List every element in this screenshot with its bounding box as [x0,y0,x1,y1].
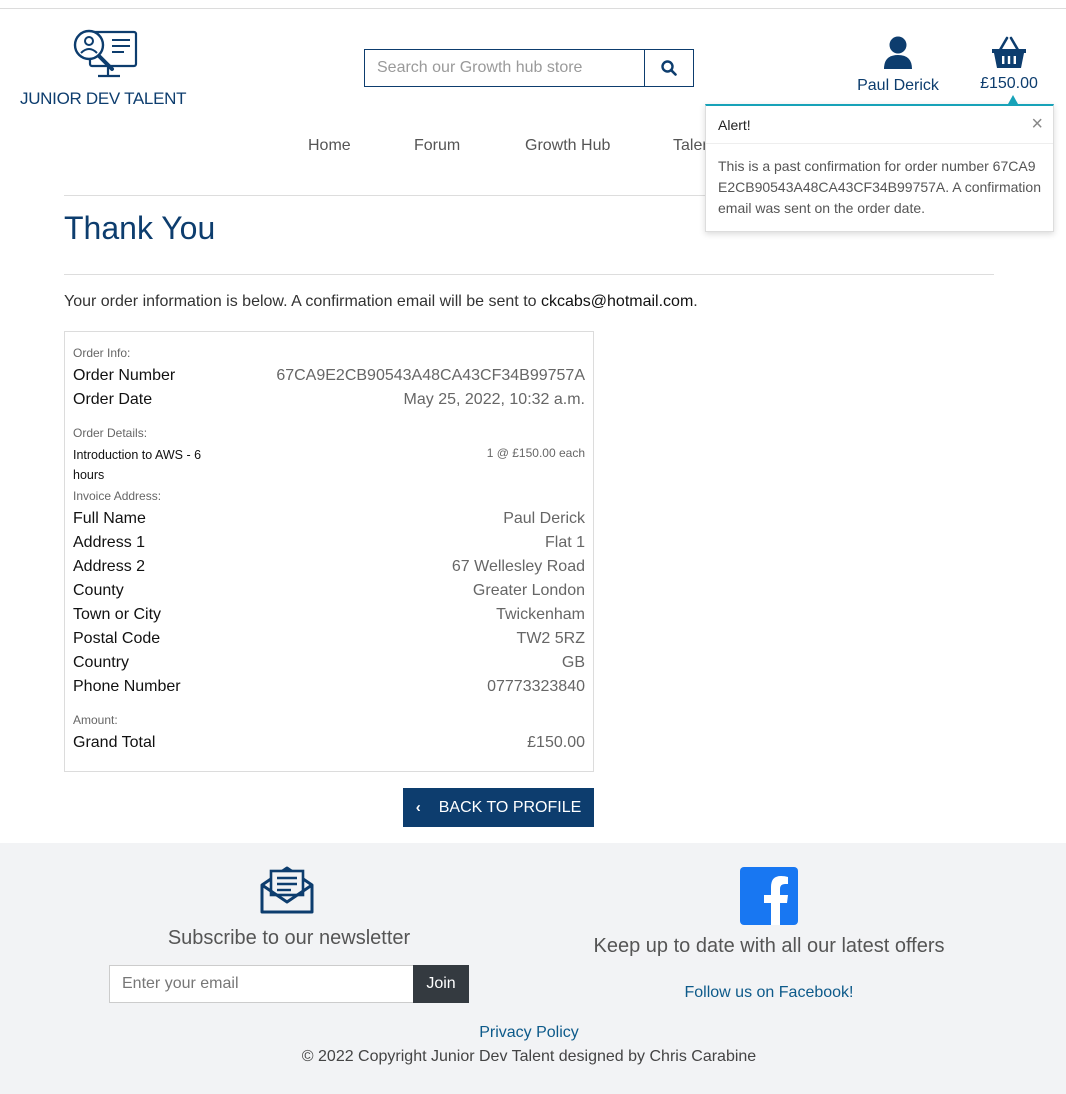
toast-arrow [1008,95,1018,104]
footer: Subscribe to our newsletter Join Keep up… [0,843,1066,1094]
brand-name: JUNIOR DEV TALENT [20,89,187,108]
invoice-row: Address 2 67 Wellesley Road [73,558,585,582]
facebook-title: Keep up to date with all our latest offe… [593,935,945,957]
invoice-row: Postal Code TW2 5RZ [73,630,585,654]
nav-item-growth-hub[interactable]: Growth Hub [525,137,610,155]
order-details-label: Order Details: [73,426,148,440]
order-item-name: Introduction to AWS - 6 hours [73,448,202,482]
invoice-value: Greater London [472,582,585,599]
invoice-label: Country [73,654,130,671]
back-to-profile-label: BACK TO PROFILE [438,798,582,816]
order-info-label: Order Info: [73,346,131,360]
order-number-row: Order Number 67CA9E2CB90543A48CA43CF34B9… [73,367,585,391]
newsletter-form: Join [109,965,469,1003]
facebook-link[interactable]: Follow us on Facebook! [569,984,969,1002]
invoice-row: Full Name Paul Derick [73,510,585,534]
join-button[interactable]: Join [413,965,469,1003]
invoice-value: Flat 1 [544,534,585,551]
nav-item-home[interactable]: Home [308,137,351,155]
invoice-address-label: Invoice Address: [73,489,162,503]
top-border [0,8,1066,9]
invoice-value: Paul Derick [503,510,585,527]
toast-title: Alert! [718,117,751,133]
order-date-value: May 25, 2022, 10:32 a.m. [403,391,585,408]
invoice-label: County [73,582,124,599]
invoice-row: Town or City Twickenham [73,606,585,630]
envelope-icon [260,866,314,914]
invoice-label: Full Name [73,510,146,527]
order-item-qty: 1 @ £150.00 each [486,446,585,460]
invoice-value: TW2 5RZ [516,630,585,647]
invoice-label: Postal Code [73,630,161,647]
facebook-icon[interactable] [740,867,798,925]
chevron-left-icon: ‹ [415,799,421,816]
amount-label: Amount: [73,713,118,727]
invoice-value: GB [561,654,585,671]
invoice-value: 67 Wellesley Road [451,558,585,575]
alert-toast: Alert! × This is a past confirmation for… [705,95,1054,232]
order-date-row: Order Date May 25, 2022, 10:32 a.m. [73,391,585,415]
invoice-label: Address 2 [73,558,146,575]
invoice-value: 07773323840 [487,678,585,695]
back-to-profile-button[interactable]: ‹ BACK TO PROFILE [403,788,594,827]
toast-header: Alert! × [706,106,1053,144]
nav-item-forum[interactable]: Forum [414,137,460,155]
invoice-row: Country GB [73,654,585,678]
toast-message: This is a past confirmation for order nu… [718,158,1041,216]
basket-total: £150.00 [980,75,1038,92]
divider [64,274,994,275]
basket-link[interactable]: £150.00 [975,36,1043,93]
copyright-text: © 2022 Copyright Junior Dev Talent desig… [301,1048,757,1065]
intro-end: . [693,293,698,310]
newsletter-title: Subscribe to our newsletter [167,927,411,949]
account-name: Paul Derick [857,77,939,94]
search-button[interactable] [644,50,693,86]
search-form [364,49,694,87]
invoice-value: Twickenham [496,606,585,623]
logo-icon [73,29,138,78]
account-menu[interactable]: Paul Derick [852,36,944,95]
order-number-value: 67CA9E2CB90543A48CA43CF34B99757A [276,367,585,384]
grand-total-label: Grand Total [73,734,156,751]
privacy-policy-link[interactable]: Privacy Policy [0,1024,1058,1042]
intro-message: Your order information is below. A confi… [64,293,541,310]
customer-email: ckcabs@hotmail.com [540,293,694,310]
order-summary-card: Order Info: Order Number 67CA9E2CB90543A… [64,331,594,772]
user-icon [884,36,912,69]
invoice-row: County Greater London [73,582,585,606]
close-icon[interactable]: × [1031,114,1043,134]
order-date-label: Order Date [73,391,153,408]
order-number-label: Order Number [73,367,176,384]
intro-text: Your order information is below. A confi… [64,293,698,311]
grand-total-value: £150.00 [527,734,585,751]
basket-icon [992,36,1026,68]
search-icon [661,60,677,76]
invoice-label: Town or City [73,606,162,623]
search-input[interactable] [365,50,644,86]
page-title: Thank You [64,210,216,246]
invoice-label: Phone Number [73,678,181,695]
invoice-row: Address 1 Flat 1 [73,534,585,558]
newsletter-email-input[interactable] [109,965,413,1003]
invoice-label: Address 1 [73,534,146,551]
grand-total-row: Grand Total £150.00 [73,734,585,758]
invoice-row: Phone Number 07773323840 [73,678,585,702]
